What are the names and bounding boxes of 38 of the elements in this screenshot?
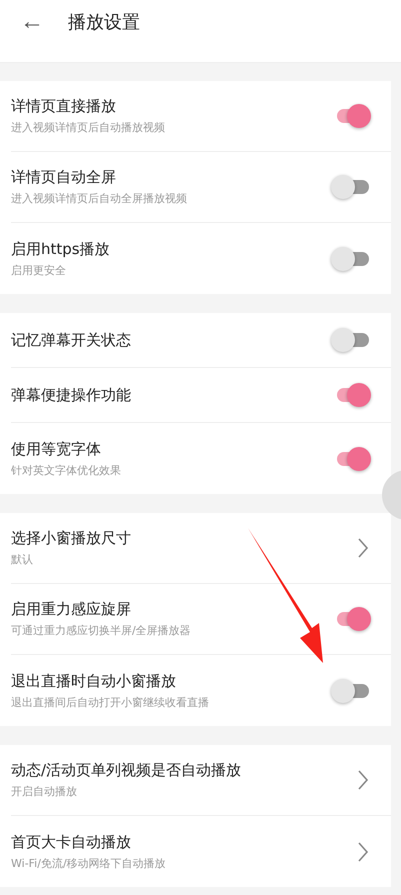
setting-description: 进入视频详情页后自动播放视频 bbox=[11, 120, 165, 135]
toggle-switch[interactable] bbox=[331, 174, 371, 200]
toggle-switch[interactable] bbox=[331, 246, 371, 272]
settings-row[interactable]: 启用https播放 启用更安全 bbox=[11, 223, 391, 294]
setting-title: 退出直播时自动小窗播放 bbox=[11, 672, 177, 690]
setting-description: 默认 bbox=[11, 552, 34, 567]
chevron-right-icon bbox=[357, 537, 369, 559]
setting-title: 启用https播放 bbox=[11, 240, 110, 258]
settings-row[interactable]: 详情页直接播放 进入视频详情页后自动播放视频 bbox=[11, 81, 391, 152]
setting-title: 弹幕便捷操作功能 bbox=[11, 386, 131, 404]
setting-title: 启用重力感应旋屏 bbox=[11, 600, 132, 619]
settings-row[interactable]: 使用等宽字体 针对英文字体优化效果 bbox=[11, 423, 391, 494]
settings-row[interactable]: 首页大卡自动播放 Wi-Fi/免流/移动网络下自动播放 bbox=[11, 816, 391, 887]
settings-row[interactable]: 弹幕便捷操作功能 bbox=[11, 368, 391, 423]
setting-title: 详情页自动全屏 bbox=[11, 168, 117, 187]
setting-description: 可通过重力感应切换半屏/全屏播放器 bbox=[11, 623, 191, 638]
chevron-right-icon bbox=[357, 769, 369, 791]
setting-description: 退出直播间后自动打开小窗继续收看直播 bbox=[11, 694, 209, 710]
setting-title: 选择小窗播放尺寸 bbox=[11, 529, 131, 548]
setting-title: 使用等宽字体 bbox=[11, 440, 102, 458]
setting-description: 启用更安全 bbox=[11, 262, 67, 278]
setting-title: 首页大卡自动播放 bbox=[11, 832, 132, 852]
setting-description: 开启自动播放 bbox=[11, 784, 78, 799]
chevron-right-icon bbox=[357, 840, 369, 862]
settings-row[interactable]: 记忆弹幕开关状态 bbox=[11, 313, 391, 368]
toggle-switch[interactable] bbox=[331, 678, 371, 704]
settings-row[interactable]: 动态/活动页单列视频是否自动播放 开启自动播放 bbox=[11, 745, 391, 816]
setting-title: 详情页直接播放 bbox=[11, 97, 117, 116]
setting-description: Wi-Fi/免流/移动网络下自动播放 bbox=[11, 856, 166, 870]
setting-description: 针对英文字体优化效果 bbox=[11, 462, 121, 478]
settings-row[interactable]: 详情页自动全屏 进入视频详情页后自动全屏播放视频 bbox=[11, 152, 391, 223]
toggle-switch[interactable] bbox=[331, 327, 371, 353]
settings-row[interactable]: 退出直播时自动小窗播放 退出直播间后自动打开小窗继续收看直播 bbox=[11, 655, 391, 726]
setting-title: 动态/活动页单列视频是否自动播放 bbox=[11, 761, 242, 780]
back-button[interactable]: ← bbox=[16, 8, 48, 36]
setting-description: 进入视频详情页后自动全屏播放视频 bbox=[11, 191, 187, 206]
page-title: 播放设置 bbox=[68, 11, 140, 34]
setting-title: 记忆弹幕开关状态 bbox=[11, 330, 131, 350]
